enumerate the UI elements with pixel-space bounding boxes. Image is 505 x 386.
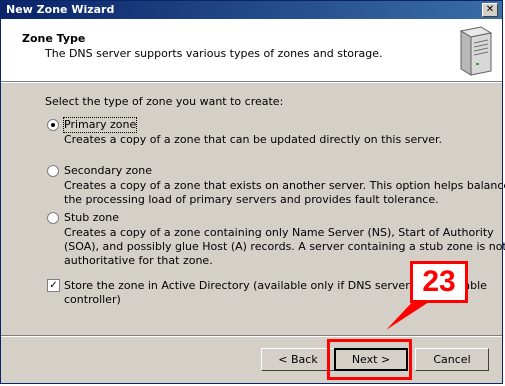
annotation-arrow: [386, 296, 432, 330]
next-button-highlight: [327, 339, 412, 380]
step-number-badge: 23: [410, 261, 468, 303]
